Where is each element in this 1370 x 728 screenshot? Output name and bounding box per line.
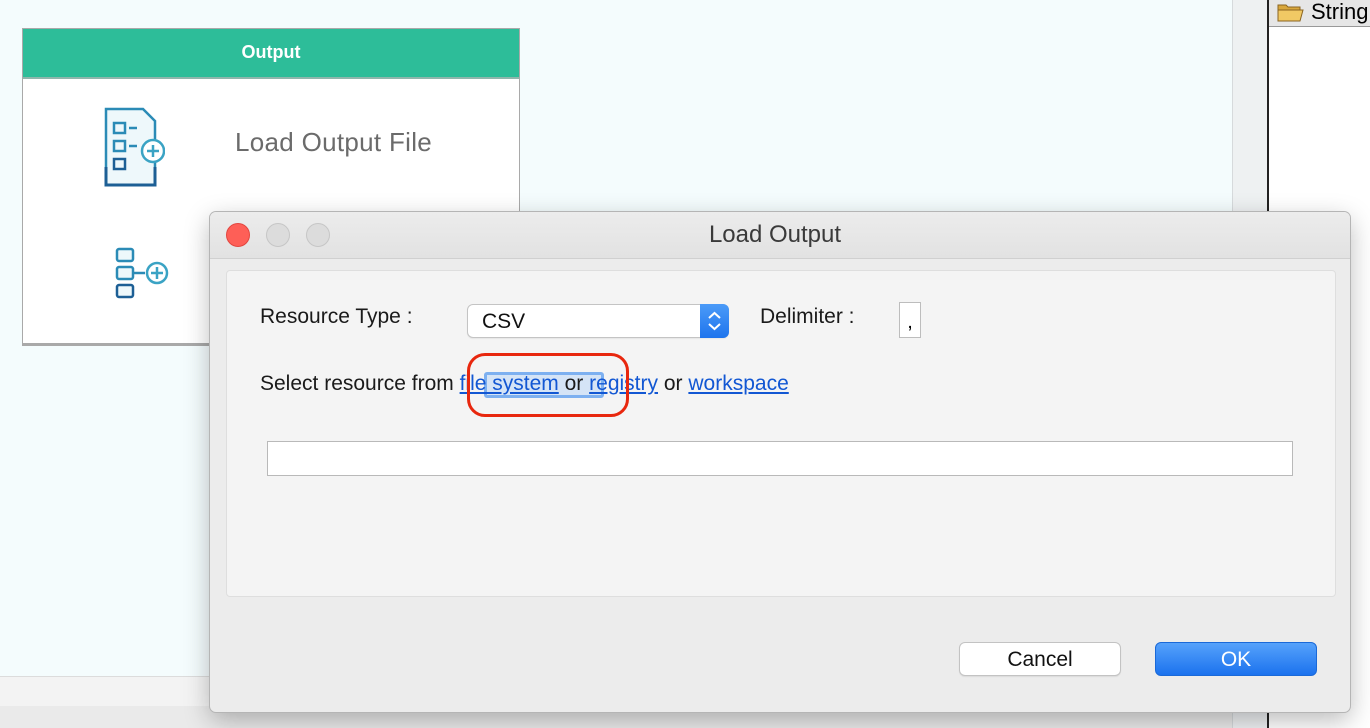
workspace-link[interactable]: workspace bbox=[688, 372, 788, 395]
delimiter-field[interactable]: , bbox=[899, 302, 921, 338]
palette-header[interactable]: Output bbox=[23, 29, 519, 79]
load-output-dialog: Load Output Resource Type : CSV Delimite… bbox=[210, 212, 1350, 712]
chevron-up-down-icon bbox=[708, 311, 721, 331]
delimiter-label: Delimiter : bbox=[760, 305, 855, 328]
select-resource-prefix: Select resource from bbox=[260, 372, 454, 395]
tree-item-label: String bbox=[1311, 0, 1369, 24]
palette-item-label: Load Output File bbox=[235, 127, 433, 157]
output-mapping-icon bbox=[115, 247, 169, 299]
ok-button[interactable]: OK bbox=[1155, 642, 1317, 676]
resource-path-input[interactable] bbox=[267, 441, 1293, 476]
resource-type-label: Resource Type : bbox=[260, 305, 413, 328]
annotation-highlight bbox=[467, 353, 629, 417]
dialog-titlebar[interactable]: Load Output bbox=[210, 212, 1350, 259]
load-output-file-icon bbox=[104, 107, 165, 187]
cancel-button[interactable]: Cancel bbox=[959, 642, 1121, 676]
dialog-title: Load Output bbox=[708, 221, 842, 248]
resource-type-value: CSV bbox=[482, 310, 526, 333]
tree-item-string[interactable]: String bbox=[1269, 0, 1370, 27]
select-stepper[interactable] bbox=[700, 304, 729, 338]
palette-item-load-output-file[interactable]: Load Output File bbox=[23, 91, 519, 201]
folder-icon bbox=[1277, 4, 1304, 22]
or-text: or bbox=[663, 372, 683, 395]
resource-type-select[interactable]: CSV bbox=[467, 304, 729, 338]
